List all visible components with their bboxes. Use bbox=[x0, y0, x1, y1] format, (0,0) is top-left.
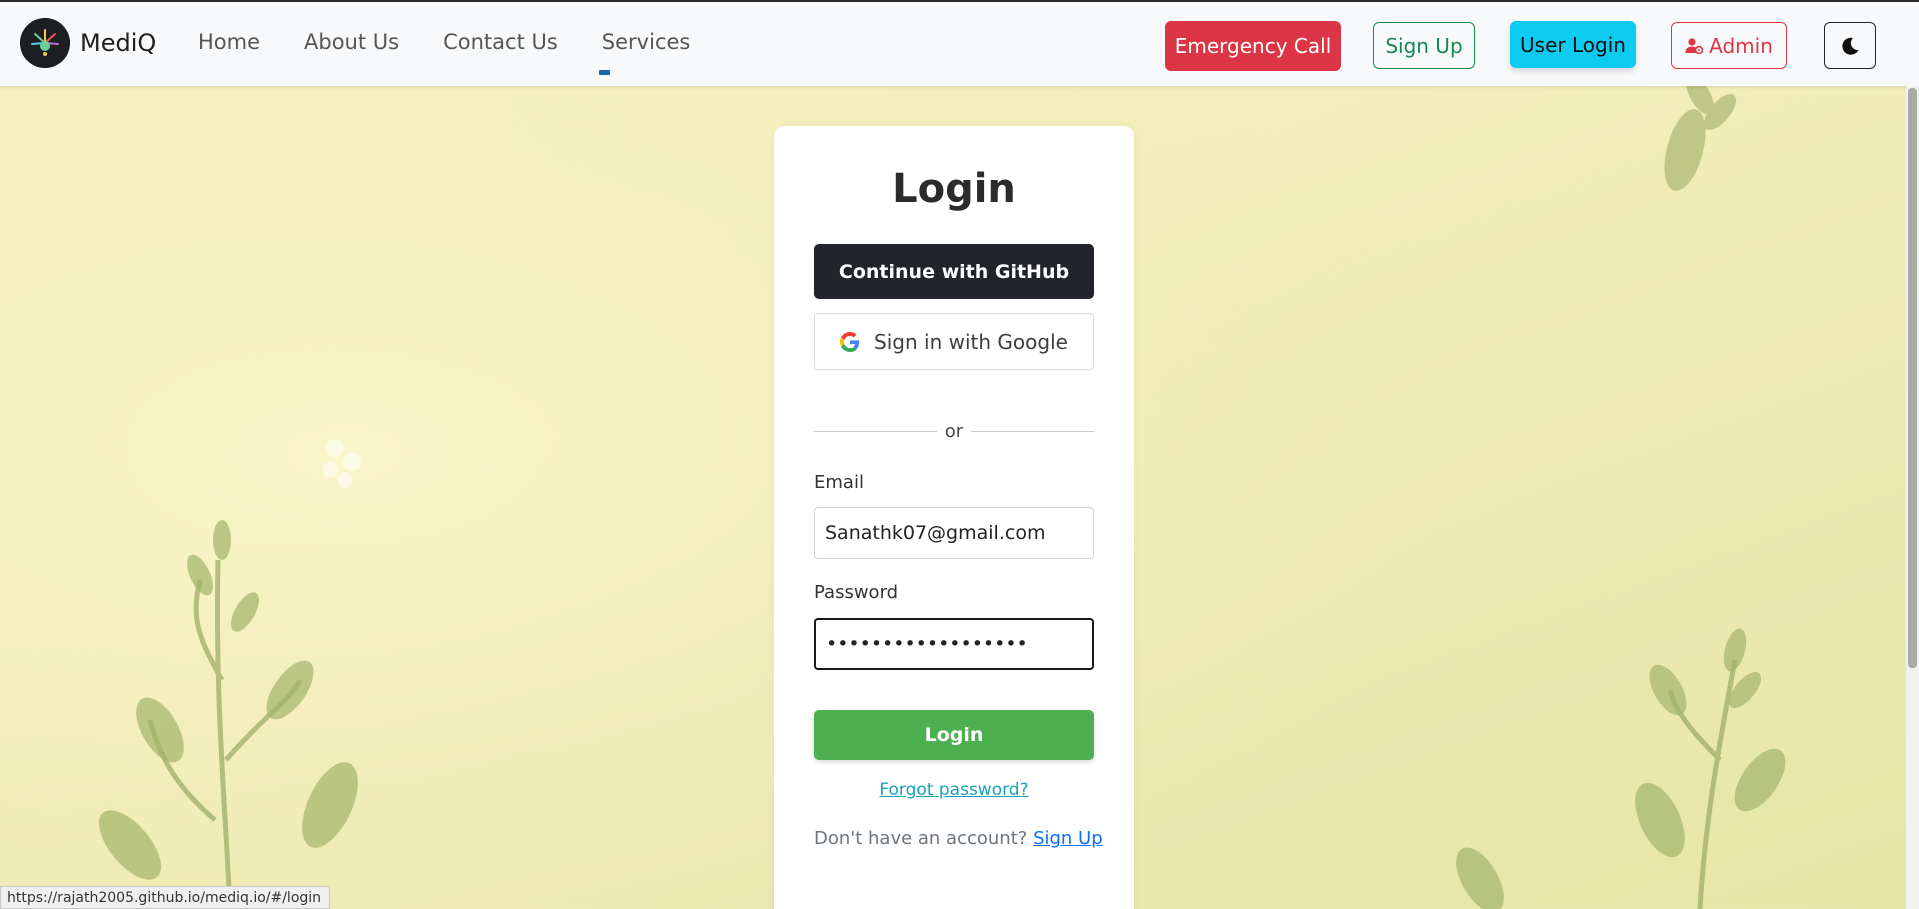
nav-link-services[interactable]: Services bbox=[598, 30, 691, 75]
signup-button[interactable]: Sign Up bbox=[1373, 22, 1475, 69]
admin-button[interactable]: Admin bbox=[1671, 22, 1787, 69]
no-account-text: Don't have an account? bbox=[814, 828, 1028, 849]
email-input[interactable]: Sanathk07@gmail.com bbox=[814, 507, 1094, 559]
admin-button-label: Admin bbox=[1709, 33, 1773, 58]
nav-links: Home About Us Contact Us Services bbox=[198, 30, 734, 75]
login-card: Login Continue with GitHub Sign in with … bbox=[774, 126, 1134, 909]
password-input[interactable]: •••••••••••••••••• bbox=[814, 618, 1094, 670]
password-label: Password bbox=[814, 582, 899, 603]
divider-line-left bbox=[814, 430, 937, 432]
sign-in-with-google-button[interactable]: Sign in with Google bbox=[814, 313, 1094, 370]
brand-logo bbox=[20, 18, 70, 68]
nav-link-about-us[interactable]: About Us bbox=[304, 30, 399, 54]
top-navbar: MediQ Home About Us Contact Us Services … bbox=[0, 0, 1919, 86]
brand[interactable]: MediQ bbox=[20, 18, 156, 68]
continue-with-github-button[interactable]: Continue with GitHub bbox=[814, 244, 1094, 299]
nav-link-services-label: Services bbox=[601, 30, 691, 54]
or-divider: or bbox=[814, 418, 1095, 444]
page-scrollbar[interactable] bbox=[1906, 86, 1919, 909]
nav-link-home[interactable]: Home bbox=[198, 30, 260, 54]
brand-name: MediQ bbox=[80, 29, 157, 57]
signup-link[interactable]: Sign Up bbox=[1033, 828, 1103, 849]
active-indicator bbox=[598, 70, 610, 75]
divider-or-text: or bbox=[944, 420, 964, 442]
signup-prompt: Don't have an account? Sign Up bbox=[814, 828, 1103, 849]
divider-line-right bbox=[971, 430, 1095, 432]
theme-toggle-button[interactable] bbox=[1824, 22, 1876, 69]
forgot-password-link[interactable]: Forgot password? bbox=[774, 780, 1134, 800]
scrollbar-thumb[interactable] bbox=[1908, 88, 1917, 668]
user-login-button[interactable]: User Login bbox=[1510, 21, 1636, 68]
nav-link-contact-us[interactable]: Contact Us bbox=[443, 30, 558, 54]
login-submit-button[interactable]: Login bbox=[814, 710, 1094, 760]
login-title: Login bbox=[892, 166, 1016, 212]
google-icon bbox=[840, 331, 860, 352]
moon-icon bbox=[1842, 37, 1859, 55]
email-label: Email bbox=[814, 472, 864, 493]
google-button-label: Sign in with Google bbox=[874, 329, 1068, 354]
admin-user-icon bbox=[1685, 37, 1704, 54]
emergency-call-button[interactable]: Emergency Call bbox=[1165, 21, 1341, 71]
link-status-bar: https://rajath2005.github.io/mediq.io/#/… bbox=[0, 886, 331, 909]
